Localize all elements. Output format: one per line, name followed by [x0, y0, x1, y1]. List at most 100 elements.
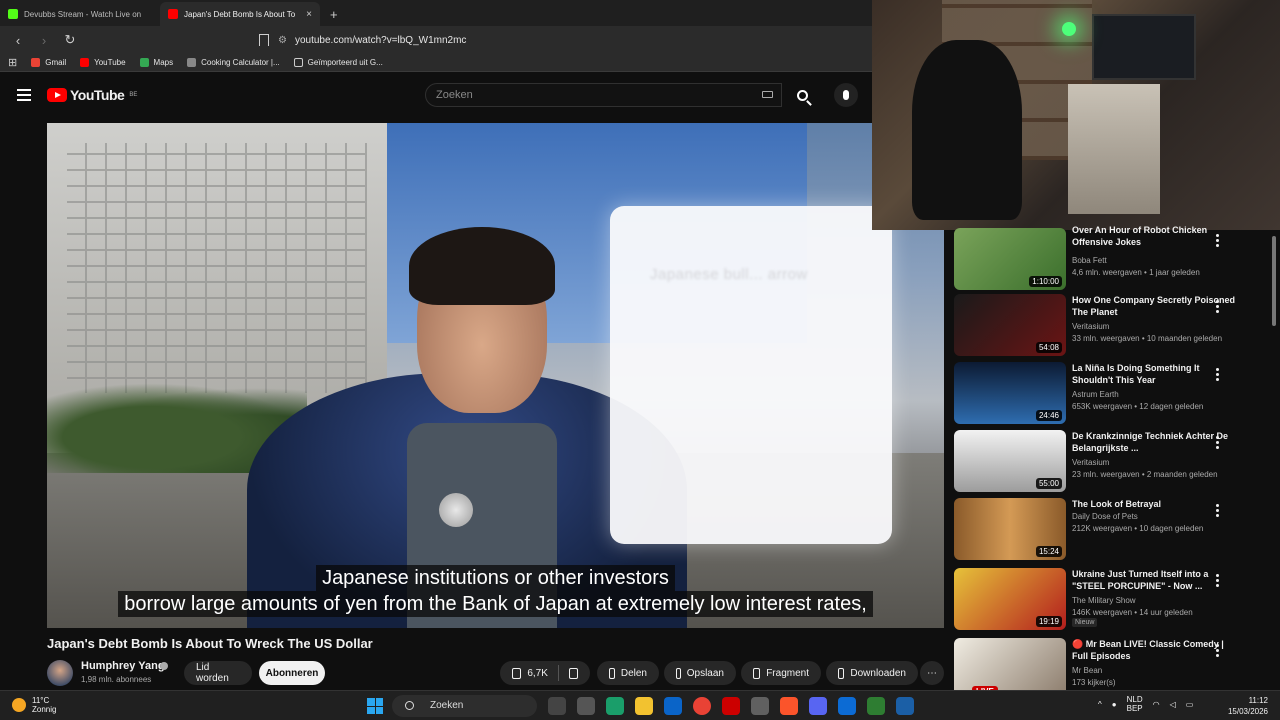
video-thumbnail[interactable]: 15:24	[954, 498, 1066, 560]
video-thumbnail[interactable]: 1:10:00	[954, 228, 1066, 290]
video-player[interactable]: Japanese bull... arrow Japanese institut…	[47, 123, 944, 628]
taskbar-search[interactable]: Zoeken	[392, 695, 537, 717]
brave-icon[interactable]	[780, 697, 798, 715]
tab-devubbs[interactable]: Devubbs Stream - Watch Live on	[0, 2, 160, 26]
url-field[interactable]: ⚙ youtube.com/watch?v=lbQ_W1mn2mc	[278, 35, 466, 46]
apps-grid-icon[interactable]: ⊞	[8, 56, 17, 69]
tab-youtube[interactable]: Japan's Debt Bomb Is About To ×	[160, 2, 320, 26]
weather-widget[interactable]: 11°C Zonnig	[12, 696, 56, 714]
duration-badge: 24:46	[1035, 410, 1062, 421]
bookmark-maps[interactable]: Maps	[139, 58, 173, 67]
video-thumbnail[interactable]: 24:46	[954, 362, 1066, 424]
volume-icon[interactable]: ◁	[1170, 700, 1176, 709]
youtube-icon	[80, 58, 90, 67]
video-thumbnail[interactable]: 54:08	[954, 294, 1066, 356]
more-icon[interactable]	[1216, 644, 1219, 659]
channel-name[interactable]: Veritasium	[1072, 322, 1109, 331]
reload-icon[interactable]: ↻	[62, 32, 78, 48]
clock[interactable]: 11:12 15/03/2026	[1218, 695, 1268, 717]
bookmark-icon[interactable]	[259, 34, 269, 46]
lapel-mic	[439, 493, 473, 527]
microphone-tray-icon[interactable]: ●	[1112, 700, 1117, 709]
steam-icon[interactable]	[896, 697, 914, 715]
recommendation-item[interactable]: 1:10:00 Over An Hour of Robot Chicken Of…	[954, 225, 1272, 292]
join-button[interactable]: Lid worden	[184, 661, 252, 685]
bookmark-label: Geïmporteerd uit G...	[307, 58, 383, 67]
like-count[interactable]: 6,7K	[527, 668, 548, 679]
channel-avatar[interactable]	[47, 660, 73, 686]
channel-name[interactable]: Mr Bean	[1072, 666, 1102, 675]
download-button[interactable]: Downloaden	[826, 661, 918, 685]
edge-icon[interactable]	[606, 697, 624, 715]
calculator-app-icon[interactable]	[577, 697, 595, 715]
gmail-icon	[31, 58, 41, 67]
video-thumbnail[interactable]: 55:00	[954, 430, 1066, 492]
video-overlay-card: Japanese bull... arrow	[610, 206, 892, 544]
search-input[interactable]: Zoeken	[425, 83, 782, 107]
more-icon[interactable]	[1216, 368, 1219, 383]
youtube-logo[interactable]: YouTube BE	[47, 87, 137, 103]
language-indicator[interactable]: NLD BEP	[1127, 695, 1143, 713]
recommendation-item[interactable]: 19:19 Ukraine Just Turned Itself into a …	[954, 568, 1272, 632]
scrollbar-thumb[interactable]	[1272, 236, 1276, 326]
bookmark-folder-imported[interactable]: Geïmporteerd uit G...	[293, 58, 383, 67]
wifi-icon[interactable]: ◠	[1153, 700, 1160, 709]
dislike-icon[interactable]	[568, 667, 579, 679]
channel-name[interactable]: Veritasium	[1072, 458, 1109, 467]
channel-name[interactable]: Daily Dose of Pets	[1072, 512, 1138, 521]
like-icon[interactable]	[512, 667, 522, 679]
new-tab-button[interactable]: +	[320, 7, 348, 26]
menu-icon[interactable]	[17, 89, 31, 104]
duration-badge: 55:00	[1035, 478, 1062, 489]
more-icon[interactable]	[1216, 300, 1219, 315]
more-icon[interactable]	[1216, 436, 1219, 451]
save-button[interactable]: Opslaan	[664, 661, 736, 685]
app-icon[interactable]	[838, 697, 856, 715]
clip-button[interactable]: Fragment	[741, 661, 821, 685]
forward-icon[interactable]: ›	[36, 33, 52, 48]
channel-name[interactable]: The Military Show	[1072, 596, 1136, 605]
more-icon[interactable]	[1216, 574, 1219, 589]
back-icon[interactable]: ‹	[10, 33, 26, 48]
file-explorer-icon[interactable]	[635, 697, 653, 715]
bookmark-youtube[interactable]: YouTube	[80, 58, 126, 67]
youtube-header: YouTube BE Zoeken	[0, 80, 872, 110]
youtube-app-icon[interactable]	[722, 697, 740, 715]
spreadsheet-icon[interactable]	[867, 697, 885, 715]
more-actions-button[interactable]: ⋯	[920, 661, 944, 685]
bookmark-gmail[interactable]: Gmail	[31, 58, 66, 67]
keyboard-icon[interactable]	[762, 91, 773, 98]
recommendation-item[interactable]: 55:00 De Krankzinnige Techniek Achter De…	[954, 430, 1272, 494]
more-icon[interactable]	[1216, 234, 1219, 249]
channel-name[interactable]: Boba Fett	[1072, 256, 1107, 265]
video-meta: 212K weergaven • 10 dagen geleden	[1072, 524, 1204, 533]
monitor	[1092, 14, 1196, 80]
recommendation-item[interactable]: 15:24 The Look of Betrayal Daily Dose of…	[954, 498, 1272, 562]
outlook-icon[interactable]	[664, 697, 682, 715]
channel-row: Humphrey Yang 1,98 mln. abonnees Lid wor…	[47, 658, 944, 688]
search-button[interactable]	[787, 83, 817, 107]
chrome-icon[interactable]	[693, 697, 711, 715]
taskbar: 11°C Zonnig Zoeken ^ ● NLD BEP ◠ ◁ ▭ 11:…	[0, 690, 1280, 720]
voice-search-button[interactable]	[834, 83, 858, 107]
microphone-icon	[843, 90, 849, 100]
recommendation-item[interactable]: 54:08 How One Company Secretly Poisoned …	[954, 294, 1272, 358]
task-view-icon[interactable]	[548, 697, 566, 715]
discord-icon[interactable]	[809, 697, 827, 715]
bookmark-cooking-calculator[interactable]: Cooking Calculator |...	[187, 58, 280, 67]
recommendation-item[interactable]: 24:46 La Niña Is Doing Something It Shou…	[954, 362, 1272, 426]
channel-name[interactable]: Astrum Earth	[1072, 390, 1119, 399]
subscribe-button[interactable]: Abonneren	[259, 661, 325, 685]
site-info-icon[interactable]: ⚙	[278, 35, 287, 46]
tray-overflow-icon[interactable]: ^	[1098, 700, 1102, 709]
more-icon[interactable]	[1216, 504, 1219, 519]
video-thumbnail[interactable]: 19:19	[954, 568, 1066, 630]
temperature: 11°C	[32, 696, 50, 705]
close-tab-icon[interactable]: ×	[306, 9, 312, 20]
video-meta: 4,6 mln. weergaven • 1 jaar geleden	[1072, 268, 1200, 277]
calculator-icon[interactable]	[751, 697, 769, 715]
windows-start-icon[interactable]	[367, 698, 383, 714]
channel-name[interactable]: Humphrey Yang	[81, 660, 165, 672]
battery-icon[interactable]: ▭	[1186, 700, 1194, 709]
share-button[interactable]: Delen	[597, 661, 659, 685]
